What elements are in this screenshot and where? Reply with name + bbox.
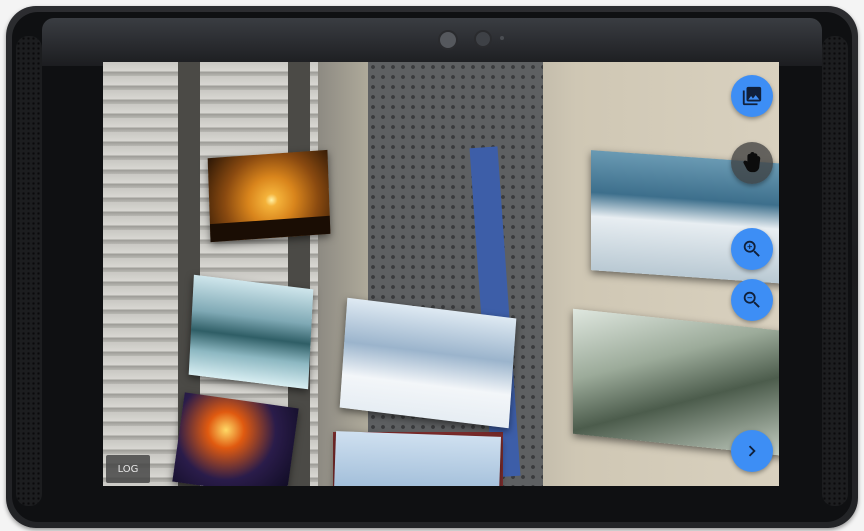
zoom-in-button[interactable] [731,228,773,270]
photo-library-icon [742,86,762,106]
indicator-light [500,36,504,40]
next-button[interactable] [731,430,773,472]
move-hand-button[interactable] [731,142,773,184]
zoom-out-button[interactable] [731,279,773,321]
sensor-icon [474,30,492,48]
speaker-grille-left [16,36,42,506]
speaker-grille-right [822,36,848,506]
front-camera-icon [438,30,458,50]
log-button[interactable]: LOG [106,455,150,483]
tablet-top-bezel [42,18,822,66]
chevron-right-icon [748,445,756,457]
ar-photo-snowy-pine-trees[interactable] [339,297,517,429]
ar-photo-elephant-sunset[interactable] [207,149,331,243]
ar-photo-partial[interactable] [334,431,501,486]
hand-icon [743,152,761,173]
ar-photo-frozen-forest-lake[interactable] [188,274,314,390]
gallery-button[interactable] [731,75,773,117]
ar-photo-fireworks[interactable] [172,392,299,486]
ar-camera-view[interactable]: LOG [103,62,779,486]
zoom-out-icon [743,291,760,308]
zoom-in-icon [743,240,760,257]
